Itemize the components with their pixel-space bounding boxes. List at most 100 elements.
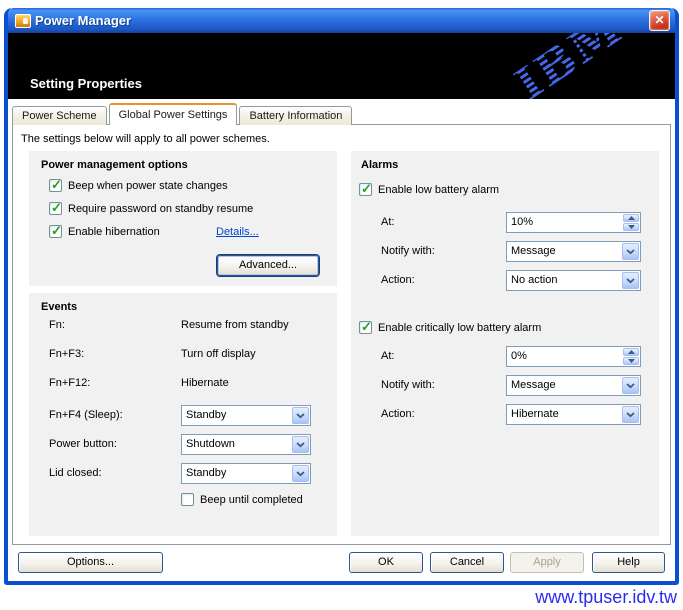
- checkmark-icon: ✓: [51, 223, 62, 239]
- dropdown-button[interactable]: [622, 406, 639, 423]
- screenshot-root: Power Manager ✕ Setting Properties IBM P…: [0, 0, 683, 610]
- checkbox-require-password[interactable]: ✓ Require password on standby resume: [49, 202, 253, 215]
- close-icon: ✕: [654, 13, 664, 27]
- select-critical-action[interactable]: Hibernate: [506, 404, 641, 425]
- cancel-button[interactable]: Cancel: [430, 552, 504, 573]
- chevron-down-icon: [626, 412, 635, 418]
- options-button[interactable]: Options...: [18, 552, 163, 573]
- select-fn-f4-sleep[interactable]: Standby: [181, 405, 311, 426]
- checkbox-label: Enable low battery alarm: [378, 184, 499, 196]
- select-low-action[interactable]: No action: [506, 270, 641, 291]
- close-button[interactable]: ✕: [649, 10, 670, 31]
- alarms-panel: Alarms ✓ Enable low battery alarm At: 10…: [351, 151, 659, 536]
- chevron-down-icon: [626, 383, 635, 389]
- checkbox-label: Beep when power state changes: [68, 180, 228, 192]
- checkmark-icon: ✓: [51, 200, 62, 216]
- tab-battery-information[interactable]: Battery Information: [239, 106, 352, 125]
- checkbox-icon: ✓: [49, 179, 62, 192]
- events-panel: Events Fn: Resume from standby Fn+F3: Tu…: [29, 293, 337, 536]
- select-value: Shutdown: [182, 435, 291, 454]
- dropdown-button[interactable]: [622, 377, 639, 394]
- event-value: Turn off display: [181, 348, 256, 360]
- select-value: No action: [507, 271, 621, 290]
- advanced-button[interactable]: Advanced...: [217, 255, 319, 276]
- select-value: Message: [507, 376, 621, 395]
- intro-text: The settings below will apply to all pow…: [21, 133, 270, 145]
- dropdown-button[interactable]: [292, 407, 309, 424]
- checkbox-beep-until-completed[interactable]: Beep until completed: [181, 493, 303, 506]
- ok-button[interactable]: OK: [349, 552, 423, 573]
- select-power-button[interactable]: Shutdown: [181, 434, 311, 455]
- checkbox-enable-low-battery-alarm[interactable]: ✓ Enable low battery alarm: [359, 183, 499, 196]
- select-critical-notify-with[interactable]: Message: [506, 375, 641, 396]
- event-value: Resume from standby: [181, 319, 289, 331]
- spinner-down-button[interactable]: [623, 357, 639, 365]
- checkbox-enable-hibernation[interactable]: ✓ Enable hibernation: [49, 225, 160, 238]
- power-manager-window: Power Manager ✕ Setting Properties IBM P…: [4, 8, 679, 585]
- chevron-down-icon: [626, 278, 635, 284]
- select-value: Standby: [182, 464, 291, 483]
- checkbox-icon: [181, 493, 194, 506]
- spinner-down-button[interactable]: [623, 223, 639, 231]
- window-titlebar[interactable]: Power Manager ✕: [8, 8, 675, 33]
- select-low-notify-with[interactable]: Message: [506, 241, 641, 262]
- spinner-up-button[interactable]: [623, 214, 639, 222]
- select-value: Standby: [182, 406, 291, 425]
- checkbox-label: Enable critically low battery alarm: [378, 322, 541, 334]
- spinner-critical-alarm-level[interactable]: 0%: [506, 346, 641, 367]
- checkbox-beep-power-state[interactable]: ✓ Beep when power state changes: [49, 179, 228, 192]
- alarm-label: Notify with:: [381, 379, 435, 391]
- panel-heading: Power management options: [41, 159, 188, 171]
- dropdown-button[interactable]: [622, 243, 639, 260]
- setting-banner: Setting Properties IBM: [8, 33, 675, 99]
- chevron-down-icon: [296, 471, 305, 477]
- event-value: Hibernate: [181, 377, 229, 389]
- checkbox-label: Enable hibernation: [68, 226, 160, 238]
- event-label: Fn+F12:: [49, 377, 90, 389]
- spinner-up-button[interactable]: [623, 348, 639, 356]
- checkmark-icon: ✓: [361, 319, 372, 335]
- alarm-label: At:: [381, 350, 394, 362]
- checkbox-icon: ✓: [49, 202, 62, 215]
- power-manager-icon: [15, 14, 31, 28]
- details-link[interactable]: Details...: [216, 226, 259, 238]
- dropdown-button[interactable]: [292, 436, 309, 453]
- event-label: Lid closed:: [49, 467, 102, 479]
- event-label: Fn+F3:: [49, 348, 84, 360]
- ibm-logo: IBM: [505, 33, 632, 99]
- tab-strip: Power Scheme Global Power Settings Batte…: [12, 103, 354, 125]
- power-management-options-panel: Power management options ✓ Beep when pow…: [29, 151, 337, 286]
- dropdown-button[interactable]: [292, 465, 309, 482]
- alarm-label: Action:: [381, 274, 415, 286]
- arrow-up-icon: [628, 216, 635, 220]
- arrow-down-icon: [628, 225, 635, 229]
- apply-button: Apply: [510, 552, 584, 573]
- spinner-buttons: [623, 214, 639, 231]
- tab-page: The settings below will apply to all pow…: [12, 124, 671, 545]
- event-label: Power button:: [49, 438, 117, 450]
- chevron-down-icon: [296, 442, 305, 448]
- tab-power-scheme[interactable]: Power Scheme: [12, 106, 107, 125]
- checkmark-icon: ✓: [361, 181, 372, 197]
- event-label: Fn:: [49, 319, 65, 331]
- select-value: Hibernate: [507, 405, 621, 424]
- dropdown-button[interactable]: [622, 272, 639, 289]
- spinner-value: 0%: [507, 347, 622, 366]
- alarm-label: Action:: [381, 408, 415, 420]
- window-title: Power Manager: [35, 13, 649, 28]
- checkbox-icon: ✓: [359, 321, 372, 334]
- arrow-up-icon: [628, 350, 635, 354]
- select-lid-closed[interactable]: Standby: [181, 463, 311, 484]
- checkbox-enable-critical-low-battery-alarm[interactable]: ✓ Enable critically low battery alarm: [359, 321, 541, 334]
- arrow-down-icon: [628, 359, 635, 363]
- checkbox-icon: ✓: [359, 183, 372, 196]
- checkbox-icon: ✓: [49, 225, 62, 238]
- spinner-low-alarm-level[interactable]: 10%: [506, 212, 641, 233]
- watermark-text: www.tpuser.idv.tw: [535, 587, 677, 608]
- help-button[interactable]: Help: [592, 552, 665, 573]
- chevron-down-icon: [296, 413, 305, 419]
- spinner-buttons: [623, 348, 639, 365]
- alarm-label: At:: [381, 216, 394, 228]
- tab-global-power-settings[interactable]: Global Power Settings: [109, 103, 238, 125]
- spinner-value: 10%: [507, 213, 622, 232]
